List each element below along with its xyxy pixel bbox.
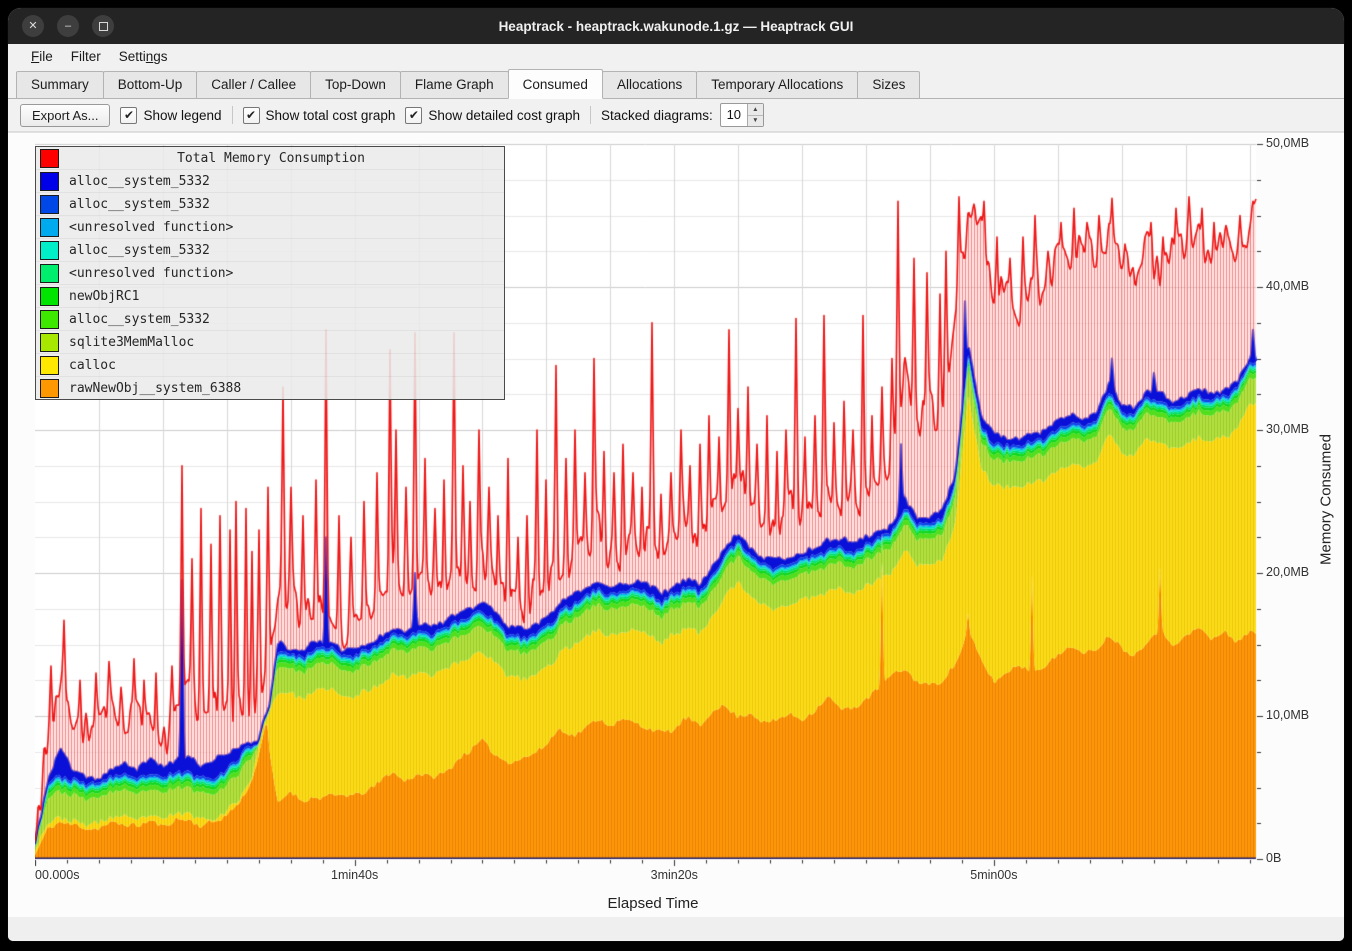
menu-item-file[interactable]: File	[22, 47, 62, 66]
legend-item: alloc__system_5332	[36, 308, 504, 331]
checkbox-box: ✔	[405, 107, 422, 124]
check-icon: ✔	[246, 108, 256, 122]
tab-bottom-up[interactable]: Bottom-Up	[103, 71, 198, 98]
color-swatch-icon	[40, 149, 59, 168]
color-swatch-icon	[40, 310, 59, 329]
y-axis-tick-label: 0B	[1266, 851, 1281, 865]
maximize-button[interactable]	[92, 15, 114, 37]
legend-item: <unresolved function>	[36, 262, 504, 285]
toolbar-separator	[590, 106, 591, 124]
checkbox-label: Show total cost graph	[266, 108, 396, 123]
minimize-button[interactable]: –	[57, 15, 79, 37]
toolbar: Export As... ✔ Show legend ✔ Show total …	[8, 99, 1344, 132]
titlebar[interactable]: ✕ – Heaptrack - heaptrack.wakunode.1.gz …	[8, 8, 1344, 44]
legend-item: <unresolved function>	[36, 216, 504, 239]
window-controls: ✕ –	[22, 15, 114, 37]
legend-item: newObjRC1	[36, 285, 504, 308]
x-axis-tick-label: 3min20s	[651, 868, 698, 882]
legend-title: Total Memory Consumption	[69, 151, 473, 166]
legend-item: alloc__system_5332	[36, 239, 504, 262]
checkbox-label: Show detailed cost graph	[428, 108, 580, 123]
spin-down-button[interactable]: ▼	[748, 116, 763, 127]
tab-bar: Summary Bottom-Up Caller / Callee Top-Do…	[8, 68, 1344, 99]
check-icon: ✔	[409, 108, 419, 122]
y-axis-title: Memory Consumed	[1318, 420, 1335, 580]
window-title: Heaptrack - heaptrack.wakunode.1.gz — He…	[8, 19, 1344, 34]
checkbox-show-legend[interactable]: ✔ Show legend	[120, 107, 221, 124]
x-axis-tick-label: 1min40s	[331, 868, 378, 882]
checkbox-show-detailed-cost-graph[interactable]: ✔ Show detailed cost graph	[405, 107, 580, 124]
spinbox-value[interactable]: 10	[721, 104, 747, 126]
x-axis-tick-label: 5min00s	[970, 868, 1017, 882]
stacked-diagrams-label: Stacked diagrams:	[601, 108, 713, 123]
tab-consumed[interactable]: Consumed	[508, 69, 603, 99]
legend-item-total: Total Memory Consumption	[36, 147, 504, 170]
chart-area: Total Memory Consumption alloc__system_5…	[8, 132, 1344, 917]
menubar: File Filter Settings	[8, 44, 1344, 68]
x-axis-tick-label: 00.000s	[35, 868, 79, 882]
tab-top-down[interactable]: Top-Down	[310, 71, 401, 98]
x-axis-title: Elapsed Time	[528, 895, 778, 912]
y-axis-tick-label: 40,0MB	[1266, 279, 1309, 293]
color-swatch-icon	[40, 172, 59, 191]
checkbox-show-total-cost-graph[interactable]: ✔ Show total cost graph	[243, 107, 396, 124]
y-axis-tick-label: 10,0MB	[1266, 708, 1309, 722]
window-bottom-margin	[8, 917, 1344, 941]
color-swatch-icon	[40, 264, 59, 283]
y-axis-tick-label: 20,0MB	[1266, 565, 1309, 579]
color-swatch-icon	[40, 333, 59, 352]
y-axis-tick-label: 50,0MB	[1266, 136, 1309, 150]
color-swatch-icon	[40, 379, 59, 398]
tab-sizes[interactable]: Sizes	[857, 71, 920, 98]
legend-item: alloc__system_5332	[36, 170, 504, 193]
tab-allocations[interactable]: Allocations	[602, 71, 697, 98]
toolbar-separator	[232, 106, 233, 124]
menu-item-settings[interactable]: Settings	[110, 47, 177, 66]
tab-summary[interactable]: Summary	[16, 71, 104, 98]
tab-flame-graph[interactable]: Flame Graph	[400, 71, 509, 98]
checkbox-box: ✔	[243, 107, 260, 124]
color-swatch-icon	[40, 287, 59, 306]
menu-item-filter[interactable]: Filter	[62, 47, 110, 66]
minimize-icon: –	[65, 21, 71, 32]
color-swatch-icon	[40, 195, 59, 214]
close-icon: ✕	[28, 21, 37, 32]
color-swatch-icon	[40, 356, 59, 375]
tab-temporary-allocations[interactable]: Temporary Allocations	[696, 71, 858, 98]
check-icon: ✔	[124, 108, 134, 122]
chart-legend: Total Memory Consumption alloc__system_5…	[35, 146, 505, 400]
color-swatch-icon	[40, 241, 59, 260]
close-button[interactable]: ✕	[22, 15, 44, 37]
tab-caller-callee[interactable]: Caller / Callee	[196, 71, 311, 98]
legend-item: sqlite3MemMalloc	[36, 331, 504, 354]
legend-item: calloc	[36, 354, 504, 377]
spin-up-button[interactable]: ▲	[748, 104, 763, 116]
y-axis-tick-label: 30,0MB	[1266, 422, 1309, 436]
app-window: ✕ – Heaptrack - heaptrack.wakunode.1.gz …	[8, 8, 1344, 941]
color-swatch-icon	[40, 218, 59, 237]
maximize-icon	[99, 22, 108, 31]
legend-item: alloc__system_5332	[36, 193, 504, 216]
stacked-diagrams-spinbox[interactable]: 10 ▲ ▼	[720, 103, 764, 127]
export-as-button[interactable]: Export As...	[20, 104, 110, 127]
legend-item: rawNewObj__system_6388	[36, 377, 504, 399]
checkbox-box: ✔	[120, 107, 137, 124]
checkbox-label: Show legend	[143, 108, 221, 123]
